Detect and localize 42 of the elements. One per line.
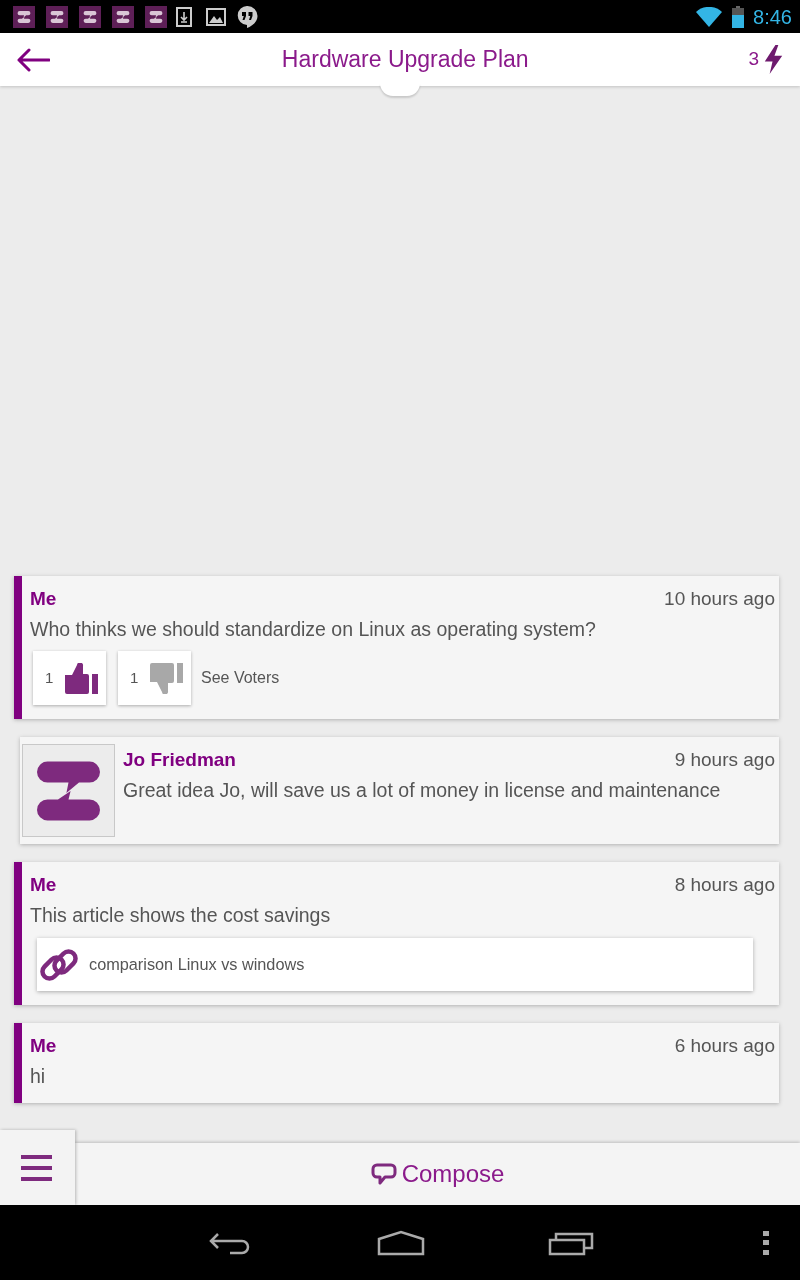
activity-count-button[interactable]: 3 bbox=[748, 42, 784, 77]
author-name: Jo Friedman bbox=[123, 747, 236, 772]
app-notification-icon bbox=[13, 5, 35, 28]
wifi-icon bbox=[696, 6, 723, 27]
post-time: 6 hours ago bbox=[674, 1033, 775, 1058]
back-arrow-icon bbox=[16, 47, 50, 72]
author-name: Me bbox=[30, 872, 57, 897]
post-time: 10 hours ago bbox=[664, 586, 775, 611]
thumbs-up-icon bbox=[64, 662, 101, 694]
app-notification-icon bbox=[46, 5, 68, 28]
pull-down-handle[interactable] bbox=[380, 83, 420, 96]
see-voters-link[interactable]: See Voters bbox=[201, 666, 280, 690]
post-time: 9 hours ago bbox=[674, 747, 775, 772]
clock-time: 8:46 bbox=[753, 6, 792, 27]
app-notification-icon bbox=[79, 5, 101, 28]
post-text: Who thinks we should standardize on Linux as operating system? bbox=[30, 617, 596, 643]
speech-bubble-icon bbox=[370, 1163, 397, 1185]
battery-icon bbox=[732, 5, 745, 28]
more-dots-icon bbox=[763, 1230, 769, 1255]
compose-button[interactable]: Compose bbox=[75, 1143, 800, 1205]
vote-down-button[interactable]: 1 bbox=[118, 651, 191, 705]
conversation-title: Hardware Upgrade Plan bbox=[281, 45, 529, 75]
vote-up-button[interactable]: 1 bbox=[33, 651, 106, 705]
back-nav-icon bbox=[208, 1230, 252, 1255]
app-notification-icon bbox=[145, 5, 167, 28]
post-text: Great idea Jo, will save us a lot of money in license and maintenance bbox=[123, 778, 721, 804]
image-icon bbox=[206, 7, 226, 26]
post-text: This article shows the cost savings bbox=[30, 903, 331, 929]
quote-bubble-icon bbox=[237, 5, 258, 28]
link-attachment[interactable]: comparison Linux vs windows bbox=[37, 938, 753, 991]
author-name: Me bbox=[30, 1033, 57, 1058]
menu-button[interactable] bbox=[0, 1130, 75, 1205]
thumbs-down-icon bbox=[149, 662, 186, 694]
home-nav-icon bbox=[377, 1229, 425, 1256]
overflow-menu-button[interactable] bbox=[762, 1229, 770, 1256]
lightning-bolt-icon bbox=[763, 45, 784, 74]
post-text: hi bbox=[30, 1064, 46, 1090]
author-name: Me bbox=[30, 586, 57, 611]
menu-icon bbox=[21, 1154, 52, 1181]
app-notification-icon bbox=[112, 5, 134, 28]
download-icon bbox=[176, 6, 192, 27]
post-time: 8 hours ago bbox=[674, 872, 775, 897]
